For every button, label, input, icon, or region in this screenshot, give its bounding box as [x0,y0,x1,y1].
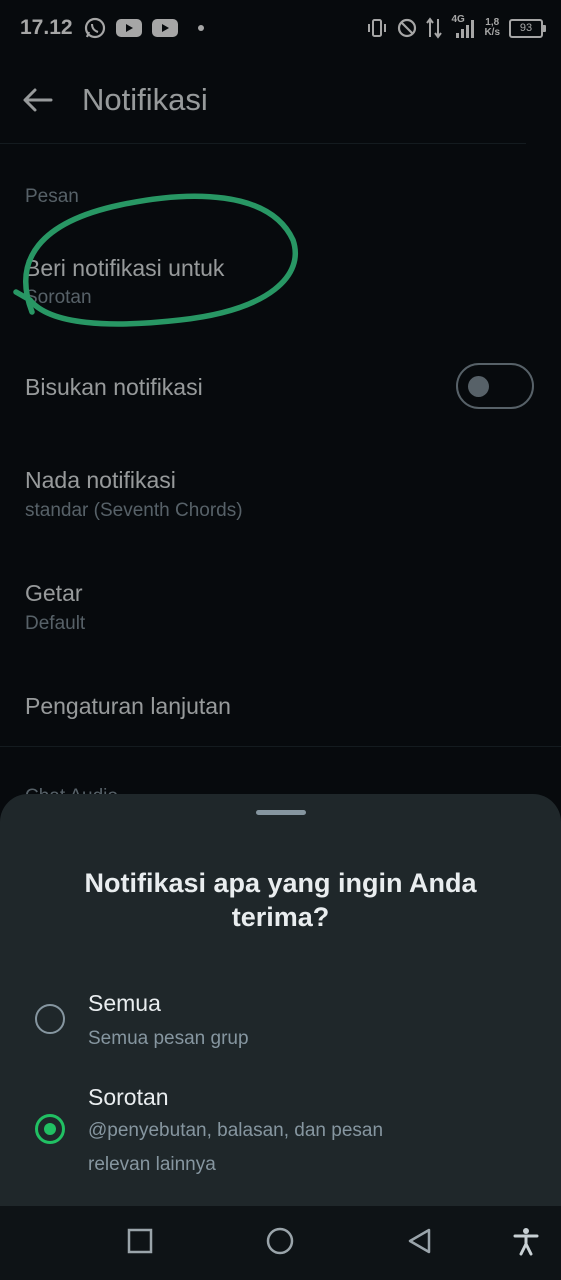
home-circle-icon[interactable] [265,1226,295,1256]
option-title: Semua [88,990,161,1016]
accessibility-icon[interactable] [511,1226,541,1256]
option-subtitle: Semua pesan grup [88,1028,249,1049]
radio-button-unselected[interactable] [35,1004,65,1034]
drag-handle[interactable] [256,810,306,815]
sheet-title: Notifikasi apa yang ingin Anda terima? [84,868,477,932]
back-triangle-icon[interactable] [405,1226,435,1256]
system-nav-bar [0,1206,561,1280]
notification-options-sheet: Notifikasi apa yang ingin Anda terima? S… [0,794,561,1206]
radio-button-selected[interactable] [35,1114,65,1144]
option-title: Sorotan [88,1084,169,1110]
option-subtitle: @penyebutan, balasan, dan pesan relevan … [88,1120,384,1175]
recents-square-icon[interactable] [125,1226,155,1256]
